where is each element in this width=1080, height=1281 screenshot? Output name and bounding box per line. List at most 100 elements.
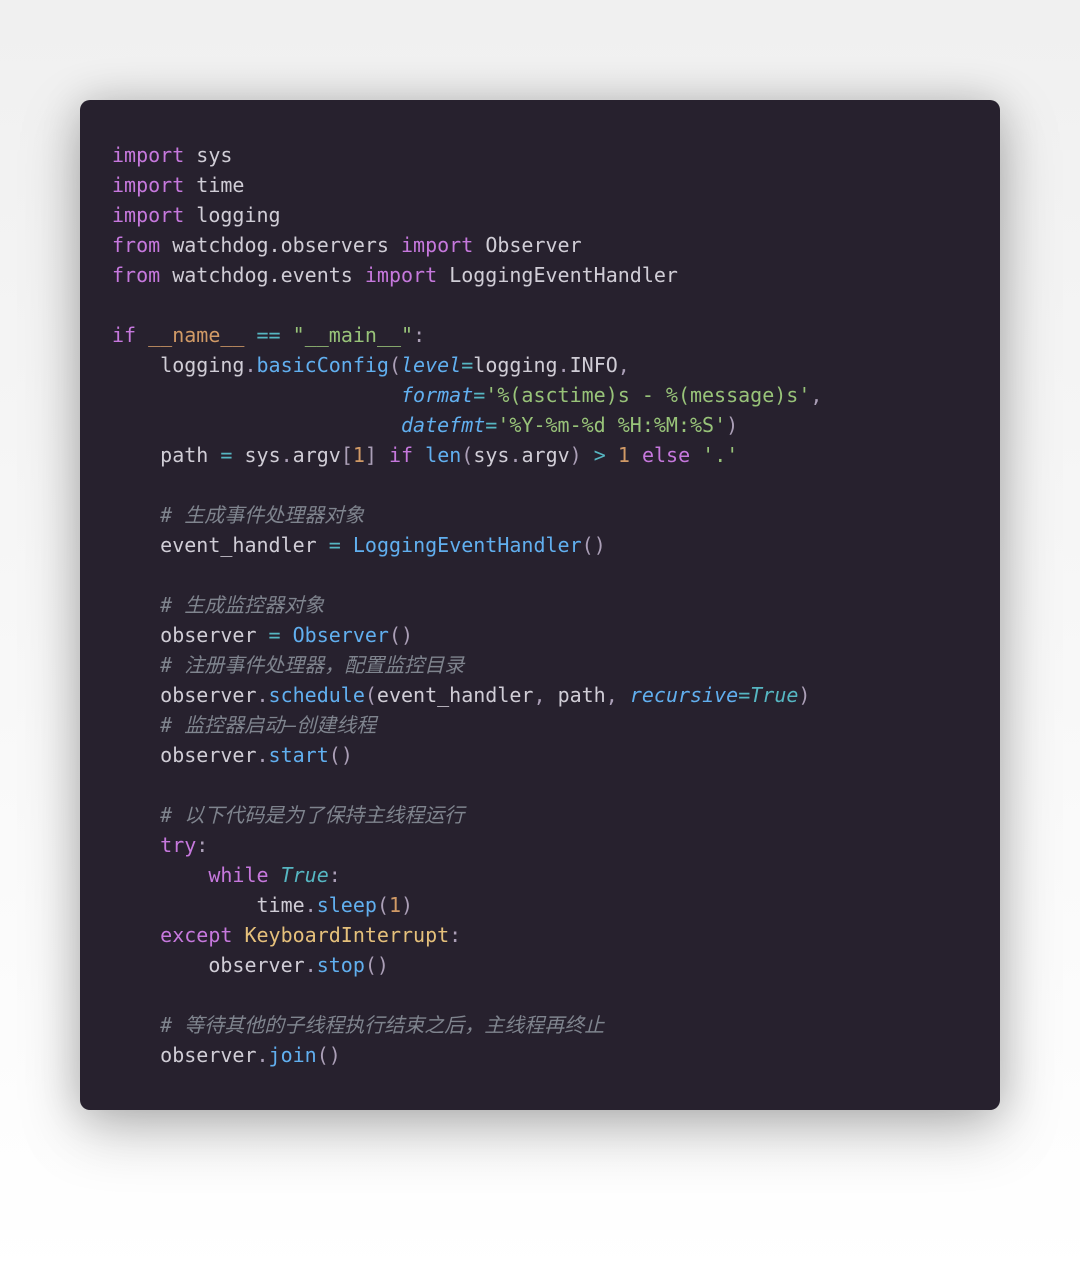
num-1: 1 [618, 443, 630, 467]
comment-join: # 等待其他的子线程执行结束之后，主线程再终止 [160, 1013, 604, 1037]
dot: . [257, 1043, 269, 1067]
eq: = [329, 533, 341, 557]
rp: ) [341, 743, 353, 767]
dot: . [281, 443, 293, 467]
id-argv: argv [522, 443, 570, 467]
id-observer: observer [160, 743, 256, 767]
rp: ) [377, 953, 389, 977]
kw-import: import [401, 233, 473, 257]
rp: ) [401, 893, 413, 917]
lp: ( [461, 443, 473, 467]
eq: = [738, 683, 750, 707]
eq: = [473, 383, 485, 407]
id-sys: sys [473, 443, 509, 467]
comment-evh: # 生成事件处理器对象 [160, 503, 364, 527]
id-path: path [558, 683, 606, 707]
lp: ( [365, 683, 377, 707]
num-1: 1 [353, 443, 365, 467]
comma: , [533, 683, 545, 707]
fn-join: join [269, 1043, 317, 1067]
op-eqeq: == [257, 323, 281, 347]
id-observer: observer [160, 623, 256, 647]
mod-path: watchdog.observers [172, 233, 389, 257]
fn-start: start [269, 743, 329, 767]
class-ki: KeyboardInterrupt [244, 923, 449, 947]
fn-stop: stop [317, 953, 365, 977]
kw-if: if [112, 323, 136, 347]
dot: . [305, 953, 317, 977]
class-leh: LoggingEventHandler [449, 263, 678, 287]
lp: ( [582, 533, 594, 557]
rp: ) [329, 1043, 341, 1067]
dot: . [509, 443, 521, 467]
kw-import: import [112, 173, 184, 197]
eq: = [485, 413, 497, 437]
kw-try: try [160, 833, 196, 857]
kw-import: import [365, 263, 437, 287]
mod-path: watchdog.events [172, 263, 353, 287]
id-evh: event_handler [160, 533, 317, 557]
id-info: INFO [570, 353, 618, 377]
dot: . [244, 353, 256, 377]
id-observer: observer [160, 1043, 256, 1067]
lp: ( [317, 1043, 329, 1067]
kw-datefmt: datefmt [401, 413, 485, 437]
colon: : [413, 323, 425, 347]
fn-len: len [425, 443, 461, 467]
kw-while: while [208, 863, 268, 887]
comma: , [810, 383, 822, 407]
num-1: 1 [389, 893, 401, 917]
comma: , [606, 683, 618, 707]
ctor-observer: Observer [293, 623, 389, 647]
comment-loop: # 以下代码是为了保持主线程运行 [160, 803, 464, 827]
lp: ( [377, 893, 389, 917]
str-dot: '.' [702, 443, 738, 467]
bool-true: True [281, 863, 329, 887]
eq: = [269, 623, 281, 647]
fn-sleep: sleep [317, 893, 377, 917]
colon: : [329, 863, 341, 887]
mod-time: time [196, 173, 244, 197]
id-logging: logging [160, 353, 244, 377]
kw-format: format [401, 383, 473, 407]
kw-level: level [401, 353, 461, 377]
eq: = [461, 353, 473, 377]
kw-import: import [112, 143, 184, 167]
kw-recursive: recursive [630, 683, 738, 707]
mod-logging: logging [196, 203, 280, 227]
comment-obs: # 生成监控器对象 [160, 593, 324, 617]
id-sys: sys [244, 443, 280, 467]
str-main: "__main__" [293, 323, 413, 347]
id-observer: observer [160, 683, 256, 707]
dot: . [558, 353, 570, 377]
rp: ) [570, 443, 582, 467]
str-format: '%(asctime)s - %(message)s' [485, 383, 810, 407]
dunder-name: __name__ [148, 323, 244, 347]
id-path: path [160, 443, 208, 467]
rp: ) [401, 623, 413, 647]
lb: [ [341, 443, 353, 467]
kw-except: except [160, 923, 232, 947]
id-logging: logging [473, 353, 557, 377]
code-card: import sys import time import logging fr… [80, 100, 1000, 1110]
fn-basicConfig: basicConfig [257, 353, 389, 377]
kw-import: import [112, 203, 184, 227]
lp: ( [389, 623, 401, 647]
eq: = [220, 443, 232, 467]
id-observer: observer [208, 953, 304, 977]
dot: . [257, 743, 269, 767]
rp: ) [798, 683, 810, 707]
ctor-leh: LoggingEventHandler [353, 533, 582, 557]
code-block: import sys import time import logging fr… [112, 140, 968, 1070]
dot: . [257, 683, 269, 707]
comment-start: # 监控器启动—创建线程 [160, 713, 376, 737]
rp: ) [726, 413, 738, 437]
kw-if: if [389, 443, 413, 467]
mod-sys: sys [196, 143, 232, 167]
lp: ( [365, 953, 377, 977]
rb: ] [365, 443, 377, 467]
kw-else: else [642, 443, 690, 467]
id-time: time [257, 893, 305, 917]
kw-from: from [112, 233, 160, 257]
class-observer: Observer [485, 233, 581, 257]
